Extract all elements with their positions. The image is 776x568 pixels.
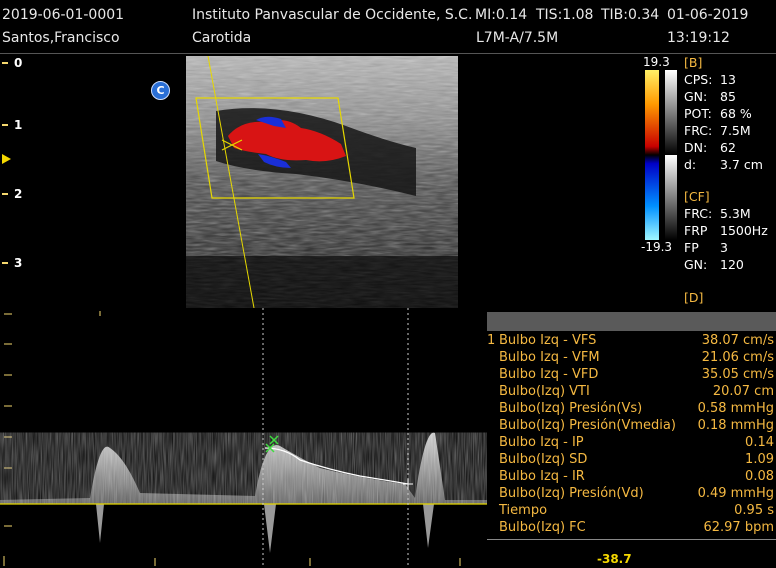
exam-type: Carotida (192, 30, 252, 46)
color-scale-min: -19.3 (641, 240, 673, 254)
b-param-depth: d: 3.7 cm (684, 157, 763, 172)
measurement-row[interactable]: Bulbo Izq - VFM 21.06 cm/s (487, 350, 776, 367)
patient-id: 2019-06-01-0001 (2, 7, 125, 23)
depth-tick (2, 62, 8, 64)
bmode-image[interactable] (186, 56, 458, 308)
cf-mode-title: [CF] (684, 189, 710, 204)
color-velocity-scale (645, 70, 677, 240)
measurement-row[interactable]: Bulbo(Izq) Presión(Vmedia) 0.18 mmHg (487, 418, 776, 435)
b-param-cps: CPS: 13 (684, 72, 736, 87)
measurement-row[interactable]: Bulbo Izq - VFD 35.05 cm/s (487, 367, 776, 384)
cf-param-prf: FRP 1500Hz (684, 223, 768, 238)
cf-param-fp: FP 3 (684, 240, 728, 255)
header-divider (0, 53, 776, 54)
mechanical-index: MI:0.14 (475, 7, 528, 23)
measurement-panel-divider (487, 539, 776, 540)
thermal-index-bone: TIB:0.34 (601, 7, 660, 23)
measurement-row[interactable]: Bulbo(Izq) FC 62.97 bpm (487, 520, 776, 537)
exam-date: 01-06-2019 (667, 7, 749, 23)
doppler-spectrum[interactable] (0, 308, 487, 568)
b-param-dynamic-range: DN: 62 (684, 140, 736, 155)
focus-marker-icon[interactable] (2, 154, 11, 164)
cf-param-frequency: FRC: 5.3M (684, 206, 751, 221)
doppler-scale-bottom-value: -38.7 (597, 552, 632, 566)
b-param-power: POT: 68 % (684, 106, 752, 121)
measurement-row[interactable]: Tiempo 0.95 s (487, 503, 776, 520)
depth-label-1: 1 (14, 118, 23, 132)
depth-tick (2, 193, 8, 195)
depth-label-3: 3 (14, 256, 23, 270)
depth-tick (2, 124, 8, 126)
b-param-gain: GN: 85 (684, 89, 736, 104)
color-scale-max: 19.3 (643, 55, 670, 69)
measurement-row[interactable]: Bulbo Izq - IR 0.08 (487, 469, 776, 486)
depth-tick (2, 262, 8, 264)
b-mode-title: [B] (684, 55, 703, 70)
measurement-row[interactable]: 1 Bulbo Izq - VFS 38.07 cm/s (487, 333, 776, 350)
thermal-index-soft: TIS:1.08 (536, 7, 594, 23)
institution-name: Instituto Panvascular de Occidente, S.C. (192, 7, 473, 23)
depth-label-0: 0 (14, 56, 23, 70)
measurement-row[interactable]: Bulbo(Izq) SD 1.09 (487, 452, 776, 469)
measurement-row[interactable]: Bulbo(Izq) Presión(Vs) 0.58 mmHg (487, 401, 776, 418)
header-bar: 2019-06-01-0001 Santos,Francisco Institu… (0, 0, 776, 53)
patient-name: Santos,Francisco (2, 30, 120, 46)
measurement-panel: 1 Bulbo Izq - VFS 38.07 cm/s Bulbo Izq - V… (487, 312, 776, 542)
d-mode-title: [D] (684, 290, 704, 305)
b-param-frequency: FRC: 7.5M (684, 123, 751, 138)
cf-param-gain: GN: 120 (684, 257, 744, 272)
color-mode-badge: C (151, 81, 170, 100)
depth-label-2: 2 (14, 187, 23, 201)
exam-time: 13:19:12 (667, 30, 730, 46)
measurement-row[interactable]: Bulbo(Izq) Presión(Vd) 0.49 mmHg (487, 486, 776, 503)
probe-label: L7M-A/7.5M (476, 30, 559, 46)
measurement-panel-header (487, 312, 776, 331)
measurement-row[interactable]: Bulbo Izq - IP 0.14 (487, 435, 776, 452)
measurement-row[interactable]: Bulbo(Izq) VTI 20.07 cm (487, 384, 776, 401)
